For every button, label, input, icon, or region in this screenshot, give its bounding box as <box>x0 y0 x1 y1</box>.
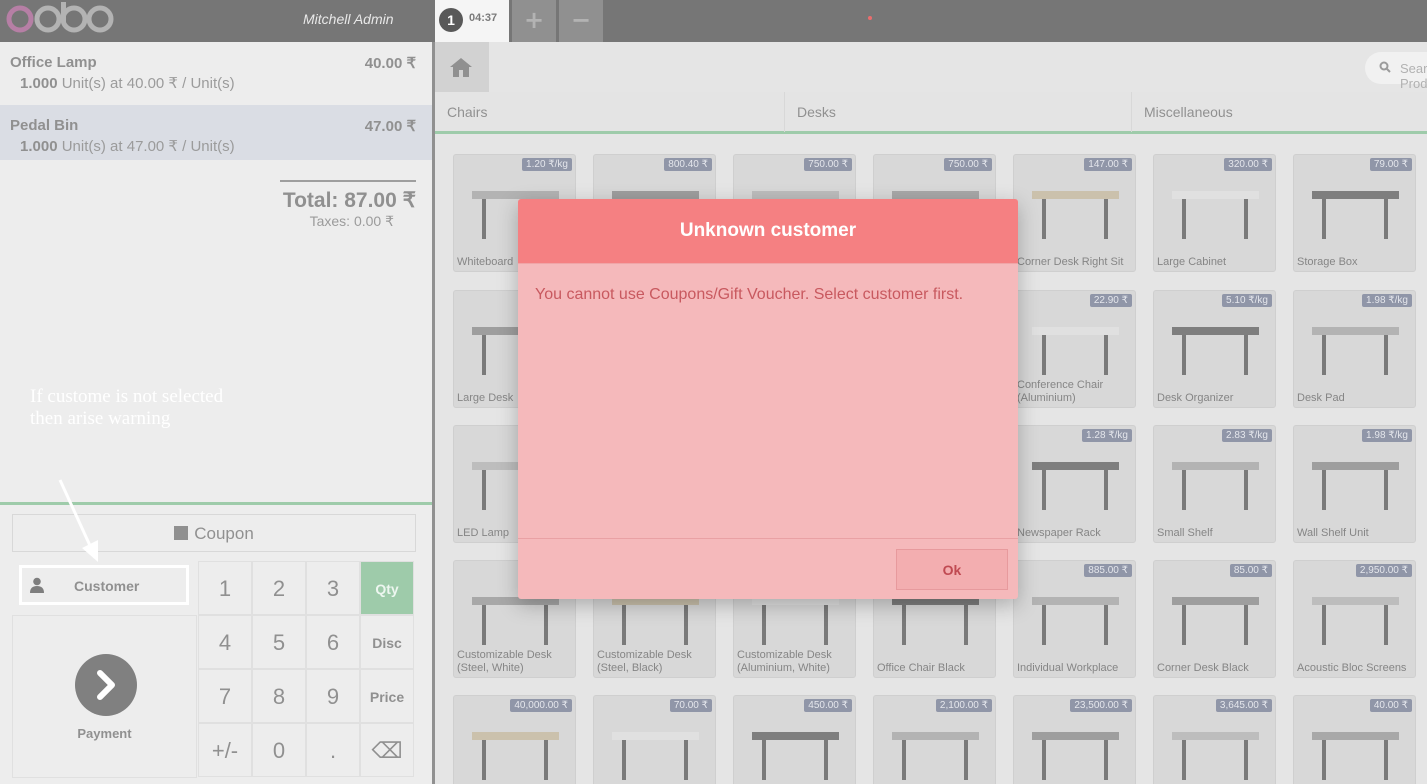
ok-button[interactable]: Ok <box>896 549 1008 590</box>
annotation-line-2: then arise warning <box>30 408 171 429</box>
dialog-message: You cannot use Coupons/Gift Voucher. Sel… <box>535 286 964 303</box>
dialog-title: Unknown customer <box>518 199 1018 264</box>
dialog-footer-divider <box>518 538 1018 539</box>
annotation-line-1: If custome is not selected <box>30 386 224 407</box>
unknown-customer-dialog: Unknown customer You cannot use Coupons/… <box>518 199 1018 599</box>
annotation-note: If custome is not selected then arise wa… <box>30 386 260 430</box>
annotation-arrow <box>58 479 98 562</box>
